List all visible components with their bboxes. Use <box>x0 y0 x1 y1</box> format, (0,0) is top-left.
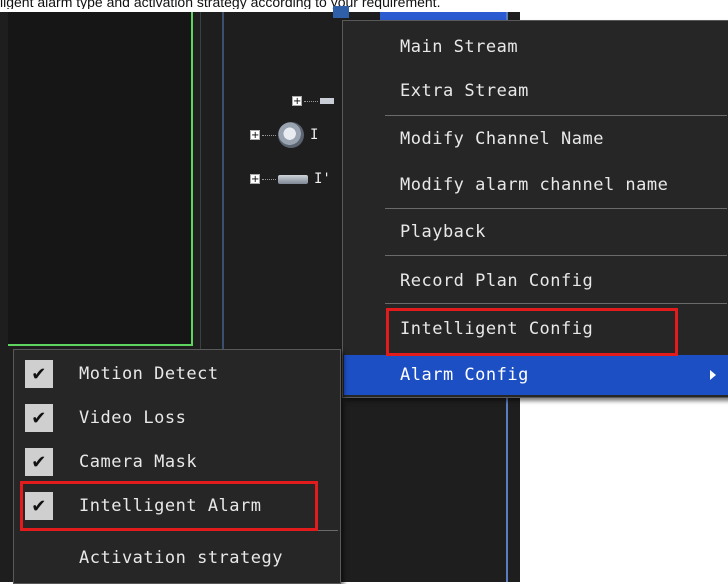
menu-item-modify-alarm-channel-name[interactable]: Modify alarm channel name <box>344 163 728 207</box>
tree-item-channel[interactable]: + <box>292 90 340 112</box>
menu-item-label: Record Plan Config <box>400 271 594 291</box>
check-icon[interactable]: ✔ <box>25 404 53 432</box>
tree-item-label: I <box>310 127 319 143</box>
submenu-arrow-icon <box>710 370 716 380</box>
submenu-item-label: Intelligent Alarm <box>79 496 262 516</box>
menu-item-label: Main Stream <box>400 37 519 57</box>
menu-item-main-stream[interactable]: Main Stream <box>344 25 728 69</box>
tree-connector <box>304 100 318 102</box>
menu-item-record-plan-config[interactable]: Record Plan Config <box>344 259 728 303</box>
camera-icon <box>320 98 334 104</box>
tree-item-nvr[interactable]: + I' <box>250 168 331 190</box>
video-preview-pane[interactable] <box>8 12 193 346</box>
submenu-item-label: Camera Mask <box>79 452 198 472</box>
submenu-item-label: Motion Detect <box>79 364 219 384</box>
channel-context-menu: Main Stream Extra Stream Modify Channel … <box>342 20 728 398</box>
submenu-item-video-loss[interactable]: ✔ Video Loss <box>15 396 339 440</box>
tree-connector <box>262 178 276 180</box>
submenu-item-camera-mask[interactable]: ✔ Camera Mask <box>15 440 339 484</box>
tree-connector <box>262 134 276 136</box>
submenu-item-intelligent-alarm[interactable]: ✔ Intelligent Alarm <box>15 484 339 528</box>
menu-item-alarm-config[interactable]: Alarm Config <box>344 355 728 395</box>
menu-item-extra-stream[interactable]: Extra Stream <box>344 69 728 113</box>
check-icon[interactable]: ✔ <box>25 492 53 520</box>
nvr-device-icon <box>278 174 308 184</box>
menu-item-label: Alarm Config <box>400 365 529 385</box>
check-icon[interactable]: ✔ <box>25 448 53 476</box>
expand-icon[interactable]: + <box>250 174 260 185</box>
menu-separator <box>385 208 727 209</box>
menu-item-label: Playback <box>400 222 486 242</box>
menu-item-modify-channel-name[interactable]: Modify Channel Name <box>344 117 728 161</box>
menu-separator <box>385 115 727 116</box>
submenu-item-label: Activation strategy <box>79 548 283 568</box>
tree-item-label: I' <box>314 171 331 187</box>
menu-separator <box>385 303 727 304</box>
document-caption: ligent alarm type and activation strateg… <box>0 0 728 9</box>
menu-separator <box>385 255 727 256</box>
menu-item-playback[interactable]: Playback <box>344 210 728 254</box>
menu-item-label: Intelligent Config <box>400 319 594 339</box>
submenu-item-motion-detect[interactable]: ✔ Motion Detect <box>15 352 339 396</box>
submenu-item-activation-strategy[interactable]: Activation strategy <box>15 536 339 580</box>
menu-item-intelligent-config[interactable]: Intelligent Config <box>344 307 728 351</box>
expand-icon[interactable]: + <box>250 130 260 141</box>
check-icon[interactable]: ✔ <box>25 360 53 388</box>
menu-item-label: Modify Channel Name <box>400 129 604 149</box>
menu-separator <box>64 530 338 531</box>
webcam-icon <box>278 122 304 148</box>
menu-item-label: Extra Stream <box>400 81 529 101</box>
menu-item-label: Modify alarm channel name <box>400 175 669 195</box>
tree-item-ipc[interactable]: + I <box>250 122 319 148</box>
alarm-config-submenu: ✔ Motion Detect ✔ Video Loss ✔ Camera Ma… <box>13 349 341 584</box>
expand-icon[interactable]: + <box>292 96 302 107</box>
submenu-item-label: Video Loss <box>79 408 187 428</box>
